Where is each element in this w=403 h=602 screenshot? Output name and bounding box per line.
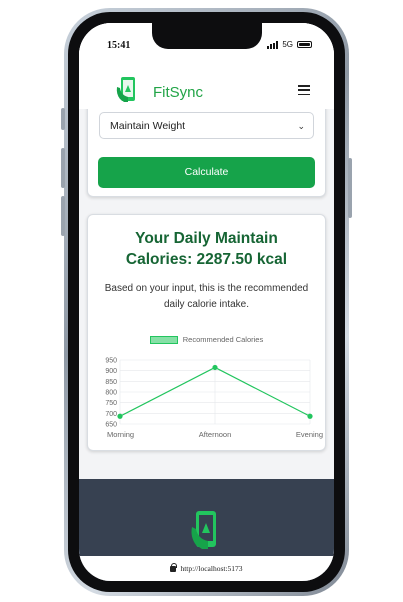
navbar: FitSync bbox=[79, 59, 334, 109]
status-indicators: 5G bbox=[267, 40, 312, 49]
goal-select[interactable]: Maintain Weight ⌄ bbox=[99, 112, 314, 139]
data-point bbox=[212, 364, 218, 371]
camera-notch bbox=[151, 23, 262, 49]
x-tick-label: Afternoon bbox=[199, 430, 232, 439]
y-tick-label: 850 bbox=[105, 379, 117, 386]
power-button bbox=[348, 158, 352, 218]
calories-line-chart: 650 700 750 800 850 900 950 Morning Afternoon Eve… bbox=[105, 358, 323, 440]
result-title: Your Daily Maintain Calories: 2287.50 kc… bbox=[88, 228, 325, 270]
result-title-line2: Calories: 2287.50 kcal bbox=[125, 251, 288, 268]
y-tick-label: 650 bbox=[105, 422, 117, 429]
battery-icon bbox=[297, 41, 312, 48]
signal-icon bbox=[267, 40, 279, 49]
brand-name[interactable]: FitSync bbox=[153, 84, 203, 101]
y-tick-label: 950 bbox=[105, 358, 117, 365]
x-tick-label: Morning bbox=[107, 430, 134, 439]
y-tick-label: 750 bbox=[105, 400, 117, 407]
phone-fitness-logo-icon[interactable] bbox=[115, 76, 139, 104]
chevron-down-icon: ⌄ bbox=[297, 121, 305, 131]
volume-up-button bbox=[61, 148, 65, 188]
phone-fitness-logo-icon bbox=[191, 511, 216, 549]
y-tick-label: 700 bbox=[105, 411, 117, 418]
browser-url-bar[interactable]: http://localhost:5173 bbox=[79, 556, 334, 581]
result-title-line1: Your Daily Maintain bbox=[135, 230, 278, 247]
status-time: 15:41 bbox=[107, 40, 131, 51]
y-tick-label: 800 bbox=[105, 390, 117, 397]
y-tick-label: 900 bbox=[105, 368, 117, 375]
data-point bbox=[117, 413, 123, 419]
x-tick-label: Evening bbox=[296, 430, 323, 439]
result-description: Based on your input, this is the recomme… bbox=[104, 283, 309, 310]
calculate-button[interactable]: Calculate bbox=[98, 157, 315, 188]
result-card: Your Daily Maintain Calories: 2287.50 kc… bbox=[87, 214, 326, 451]
phone-frame: Maintain Weight ⌄ Calculate Your Daily M… bbox=[61, 8, 352, 596]
phone-screen: Maintain Weight ⌄ Calculate Your Daily M… bbox=[79, 23, 334, 581]
hamburger-menu-icon[interactable] bbox=[298, 85, 310, 95]
network-label: 5G bbox=[282, 40, 293, 49]
goal-select-value: Maintain Weight bbox=[110, 120, 186, 132]
url-text: http://localhost:5173 bbox=[180, 564, 243, 573]
lock-icon bbox=[170, 562, 178, 572]
data-point bbox=[307, 413, 313, 419]
mute-switch bbox=[61, 108, 65, 130]
volume-down-button bbox=[61, 196, 65, 236]
